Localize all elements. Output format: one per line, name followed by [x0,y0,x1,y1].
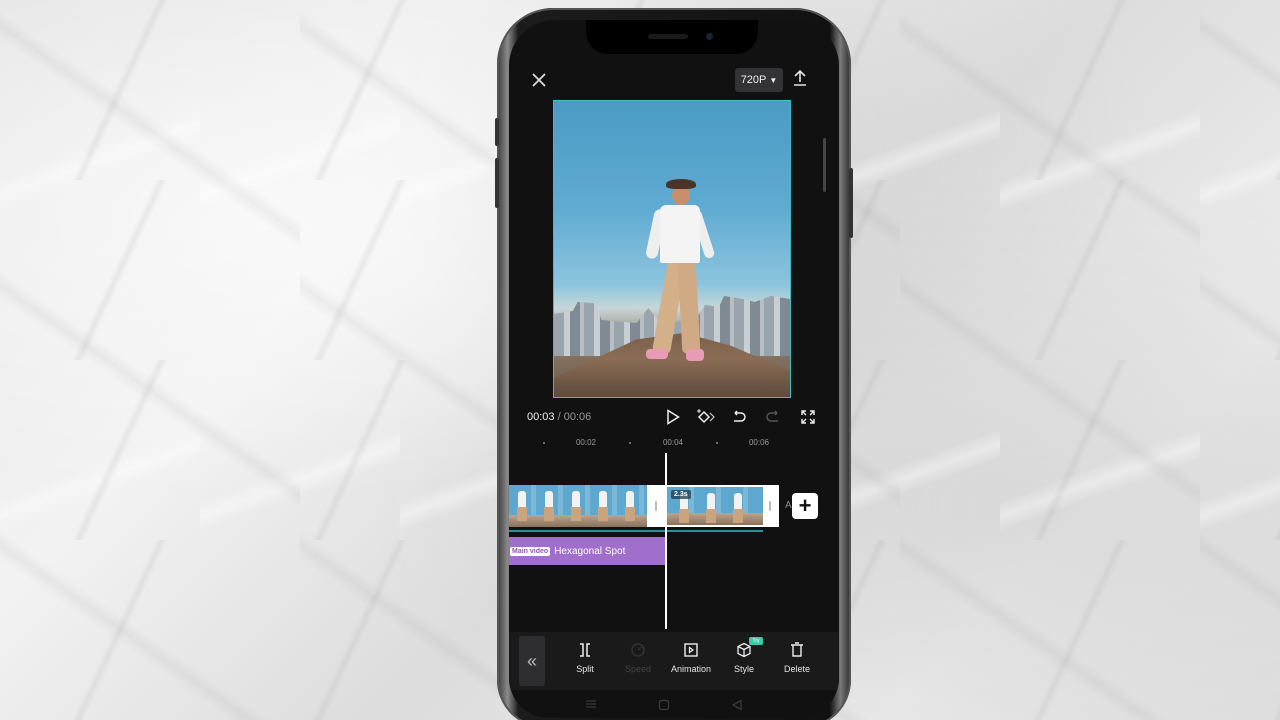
preview-person [644,179,716,379]
tool-label: Style [733,664,754,674]
ruler-label: 00:02 [575,438,597,447]
redo-button[interactable] [762,406,784,428]
plus-icon: + [798,493,812,518]
ruler-tick [716,442,718,444]
menu-icon[interactable] [585,699,597,709]
trash-icon [791,642,803,657]
caret-down-icon: ▼ [769,75,778,85]
app-screen: 720P ▼ 00:03 / 00:06 00:02 00:04 00:06 2… [509,20,839,718]
export-button[interactable] [791,68,813,92]
camera [706,33,713,40]
playhead[interactable] [665,453,667,629]
timecode: 00:03 / 00:06 [527,411,591,423]
timeline-ruler[interactable]: 00:02 00:04 00:06 [509,434,839,452]
redo-icon [766,410,778,422]
split-icon [580,643,590,657]
total-time: 00:06 [563,411,592,423]
playback-controls: 00:03 / 00:06 [509,406,839,430]
tool-split[interactable]: Split [559,638,611,684]
clip-duration-badge: 2.3s [671,490,691,499]
video-preview[interactable] [553,100,791,398]
ruler-tick [543,442,545,444]
video-clip-2-selected[interactable]: 2.3s [663,485,779,527]
transition-gap[interactable] [647,485,663,527]
current-time: 00:03 [527,411,555,423]
effect-track[interactable]: Main video Hexagonal Spot [509,537,665,565]
speed-icon [631,643,645,657]
scrollbar[interactable] [823,138,826,192]
close-icon [532,73,546,87]
fullscreen-icon [801,410,815,424]
volume-button [495,118,499,146]
keyframe-icon [697,409,715,424]
power-button [849,168,853,238]
collapse-toolbar-button[interactable]: « [519,636,545,686]
system-nav-bar [509,696,839,716]
trim-handle[interactable] [769,501,771,511]
ruler-tick [629,442,631,444]
video-track: 2.3s [509,485,779,527]
effect-tag: Main video [510,546,551,556]
phone-frame: 720P ▼ 00:03 / 00:06 00:02 00:04 00:06 2… [495,8,853,720]
tool-label: Animation [670,664,712,674]
top-bar: 720P ▼ [509,68,839,94]
effect-name: Hexagonal Spot [554,545,626,557]
tool-style[interactable]: Try Style [718,637,770,684]
tool-label: Split [576,664,594,674]
double-chevron-left-icon: « [526,650,537,671]
undo-button[interactable] [728,406,750,428]
fullscreen-button[interactable] [797,406,819,428]
keyframe-button[interactable] [695,406,717,428]
video-clip-1[interactable] [509,485,647,527]
resolution-dropdown[interactable]: 720P ▼ [735,68,783,92]
ruler-label: 00:06 [748,438,770,447]
trim-handle[interactable] [655,501,657,511]
tool-label: Delete [783,664,810,674]
edit-toolbar: « Split Speed Animation Try Style Delete [509,632,839,690]
tool-delete[interactable]: Delete [771,638,823,684]
close-button[interactable] [527,68,551,92]
ruler-label: 00:04 [662,438,684,447]
back-icon[interactable] [731,699,743,711]
try-badge: Try [749,637,763,645]
animation-icon [684,643,698,657]
volume-button [495,158,499,208]
tool-label: Speed [624,664,652,674]
tool-speed[interactable]: Speed [612,638,664,684]
undo-icon [734,410,746,422]
upload-icon [794,69,806,86]
speaker [648,34,688,39]
add-clip-button[interactable]: + [792,493,818,519]
notch [586,20,758,54]
play-icon [667,409,680,425]
tool-animation[interactable]: Animation [665,638,717,684]
play-button[interactable] [662,406,684,428]
home-icon[interactable] [658,699,670,711]
resolution-label: 720P [740,74,767,86]
audio-line [509,530,763,532]
time-separator: / [554,411,564,423]
